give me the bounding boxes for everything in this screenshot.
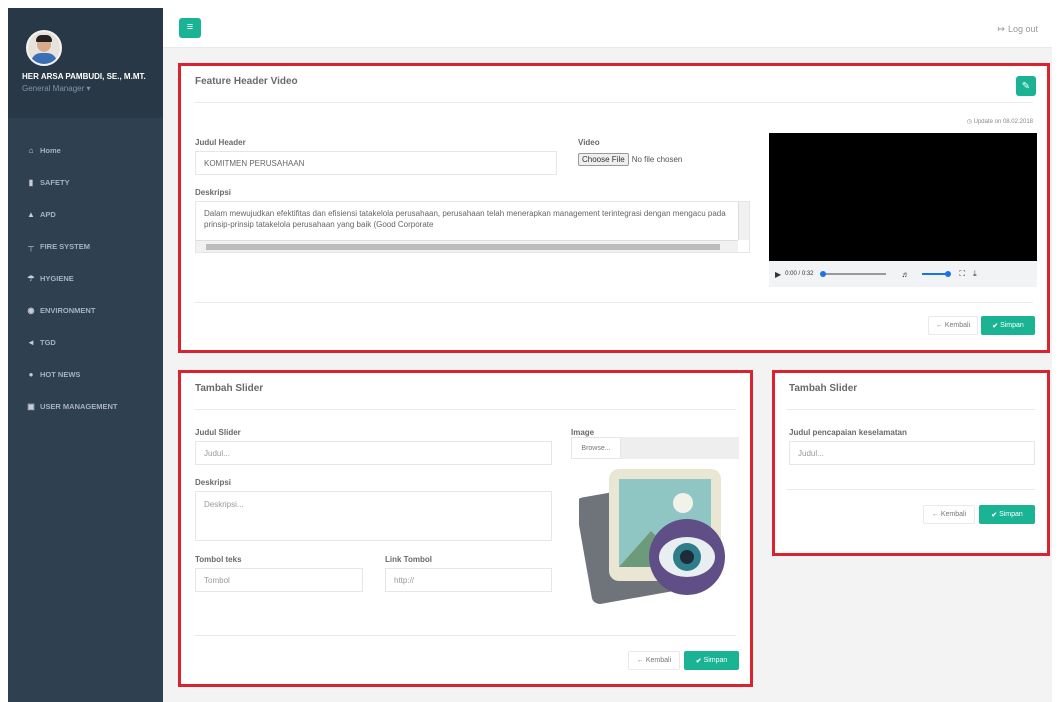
deskripsi-label: Deskripsi <box>195 478 232 487</box>
top-navbar: ≡ ↦ Log out <box>163 8 1052 48</box>
lock-icon: ▣ <box>27 401 35 411</box>
bullhorn-icon: ◄ <box>27 337 35 347</box>
judul-pencapaian-input[interactable]: Judul... <box>789 441 1035 465</box>
umbrella-icon: ☂ <box>27 273 35 283</box>
fullscreen-icon[interactable]: ⛶ <box>960 269 966 279</box>
simpan-button[interactable]: ✔ Simpan <box>979 505 1035 524</box>
globe-icon: ● <box>28 369 34 379</box>
arrow-left-icon: ← <box>636 657 644 664</box>
user-icon: ▲ <box>27 209 35 219</box>
link-tombol-input[interactable]: http:// <box>385 568 552 592</box>
panel-title: Tambah Slider <box>789 383 858 394</box>
menu-toggle-button[interactable]: ≡ <box>179 18 201 38</box>
video-label: Video <box>578 138 600 147</box>
check-icon: ✔ <box>991 511 998 519</box>
divider <box>787 409 1035 410</box>
leaf-icon: ◉ <box>27 305 35 315</box>
horizontal-scrollbar[interactable] <box>196 240 738 252</box>
volume-slider[interactable] <box>921 271 951 277</box>
link-tombol-label: Link Tombol <box>385 555 432 564</box>
judul-pencapaian-label: Judul pencapaian keselamatan <box>789 428 907 437</box>
home-icon: ⌂ <box>28 145 34 155</box>
sidebar-item-hot-news[interactable]: ● HOT NEWS <box>8 358 163 390</box>
image-label: Image <box>571 428 595 437</box>
sidebar: HER ARSA PAMBUDI, SE., M.MT. General Man… <box>8 8 163 702</box>
divider <box>195 409 736 410</box>
sidebar-item-apd[interactable]: ▲ APD <box>8 198 163 230</box>
tambah-slider-panel: Tambah Slider Judul Slider Judul... Imag… <box>178 370 753 687</box>
browse-button[interactable]: Browse... <box>571 437 621 459</box>
sidebar-nav: ⌂ Home ▮ SAFETY ▲ APD ┬ FIRE SYSTEM ☂ HYGIENE… <box>8 118 163 422</box>
kembali-button[interactable]: ← Kembali <box>923 505 975 524</box>
judul-header-label: Judul Header <box>195 138 246 147</box>
judul-header-input[interactable]: KOMITMEN PERUSAHAAN <box>195 151 557 175</box>
check-icon: ✔ <box>992 322 999 330</box>
profile-name: HER ARSA PAMBUDI, SE., M.MT. <box>22 72 146 81</box>
logout-link[interactable]: ↦ Log out <box>997 24 1038 35</box>
sidebar-item-safety[interactable]: ▮ SAFETY <box>8 166 163 198</box>
simpan-button[interactable]: ✔ Simpan <box>981 316 1035 335</box>
judul-slider-input[interactable]: Judul... <box>195 441 552 465</box>
feature-header-video-panel: Feature Header Video ✎ ◷ Update on 08.02… <box>178 63 1050 353</box>
fire-extinguisher-icon: ┬ <box>28 241 34 251</box>
tombol-teks-input[interactable]: Tombol <box>195 568 363 592</box>
panel-title: Tambah Slider <box>195 383 264 394</box>
video-progress[interactable] <box>819 271 886 277</box>
deskripsi-label: Deskripsi <box>195 188 232 197</box>
divider <box>195 302 1033 303</box>
video-player[interactable]: ▶ 0:00 / 0:32 ♬ ⛶ ⤓ <box>769 133 1037 287</box>
sign-out-icon: ↦ <box>997 24 1005 34</box>
arrow-left-icon: ← <box>935 322 943 329</box>
file-name-field <box>621 437 739 459</box>
divider <box>195 102 1033 103</box>
update-info: ◷ Update on 08.02.2018 <box>966 119 1033 125</box>
video-file-input[interactable]: Choose File No file chosen <box>578 152 682 166</box>
no-file-text: No file chosen <box>631 154 683 164</box>
volume-icon[interactable]: ♬ <box>902 270 910 279</box>
pencil-icon: ✎ <box>1021 80 1031 92</box>
simpan-button[interactable]: ✔ Simpan <box>684 651 739 670</box>
profile-block: HER ARSA PAMBUDI, SE., M.MT. General Man… <box>8 8 163 118</box>
deskripsi-text: Dalam mewujudkan efektifitas dan efisien… <box>204 209 726 229</box>
edit-button[interactable]: ✎ <box>1016 76 1036 96</box>
deskripsi-textarea[interactable]: Deskripsi... <box>195 491 552 541</box>
arrow-left-icon: ← <box>931 511 939 518</box>
sidebar-item-home[interactable]: ⌂ Home <box>8 134 163 166</box>
kembali-button[interactable]: ← Kembali <box>928 316 978 335</box>
scrollbar-thumb[interactable] <box>206 244 720 250</box>
image-preview-icon <box>575 465 729 605</box>
avatar[interactable] <box>26 30 62 66</box>
sidebar-item-fire-system[interactable]: ┬ FIRE SYSTEM <box>8 230 163 262</box>
choose-file-button[interactable]: Choose File <box>578 152 629 166</box>
sidebar-item-tgd[interactable]: ◄ TGD <box>8 326 163 358</box>
sidebar-item-environment[interactable]: ◉ ENVIRONMENT <box>8 294 163 326</box>
image-file-input[interactable]: Browse... <box>571 437 739 459</box>
kembali-button[interactable]: ← Kembali <box>628 651 680 670</box>
clock-icon: ◷ <box>966 119 974 125</box>
tambah-slider-keselamatan-panel: Tambah Slider Judul pencapaian keselamat… <box>772 370 1050 556</box>
bar-chart-icon: ▮ <box>28 177 34 187</box>
divider <box>787 489 1035 490</box>
play-icon[interactable]: ▶ <box>775 270 781 279</box>
divider <box>195 635 736 636</box>
deskripsi-textarea[interactable]: Dalam mewujudkan efektifitas dan efisien… <box>195 201 750 253</box>
check-icon: ✔ <box>695 657 702 665</box>
vertical-scrollbar[interactable] <box>738 202 749 240</box>
video-controls: ▶ 0:00 / 0:32 ♬ ⛶ ⤓ <box>769 261 1037 287</box>
video-time: 0:00 / 0:32 <box>785 271 814 277</box>
hamburger-icon: ≡ <box>186 21 194 33</box>
panel-title: Feature Header Video <box>195 76 298 87</box>
sidebar-item-user-management[interactable]: ▣ USER MANAGEMENT <box>8 390 163 422</box>
tombol-teks-label: Tombol teks <box>195 555 242 564</box>
profile-role-dropdown[interactable]: General Manager ▾ <box>22 84 163 93</box>
judul-slider-label: Judul Slider <box>195 428 241 437</box>
sidebar-item-hygiene[interactable]: ☂ HYGIENE <box>8 262 163 294</box>
download-icon[interactable]: ⤓ <box>973 269 977 279</box>
